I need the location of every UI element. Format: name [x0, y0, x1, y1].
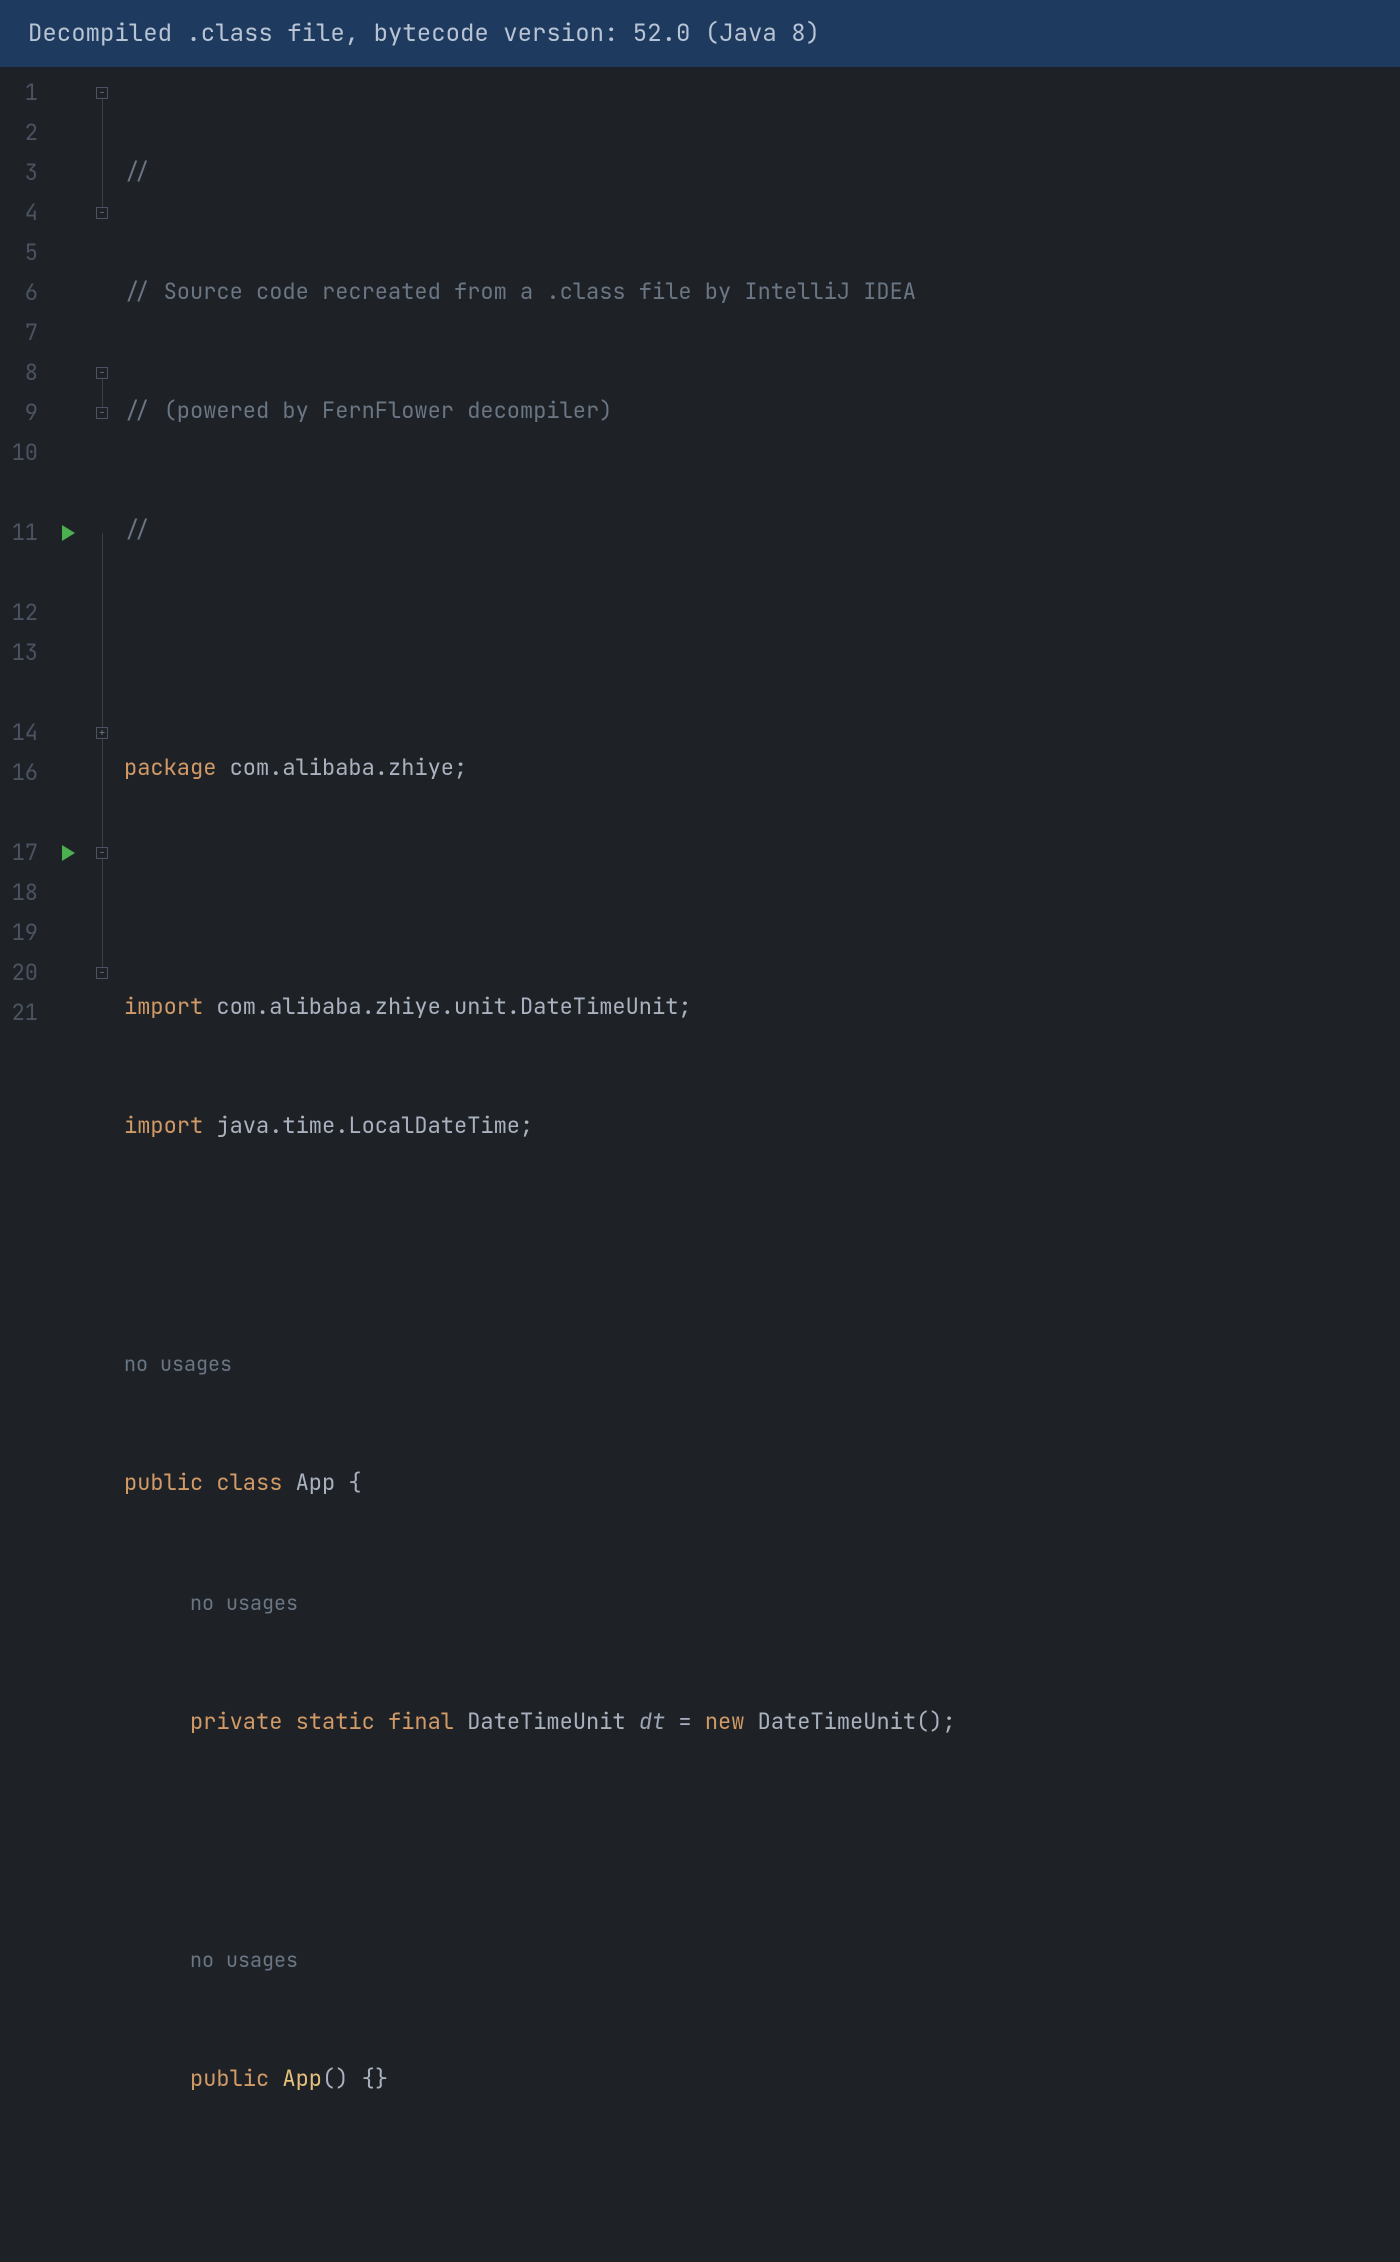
run-gutter-icon[interactable] — [48, 833, 88, 873]
fold-toggle-icon[interactable]: − — [96, 87, 108, 99]
import-name: java.time.LocalDateTime; — [203, 1111, 533, 1140]
line-number: 1 — [6, 73, 38, 113]
keyword: public class — [124, 1468, 282, 1497]
operator: = — [665, 1707, 705, 1736]
decompile-banner: Decompiled .class file, bytecode version… — [0, 0, 1400, 67]
line-number: 6 — [6, 273, 38, 313]
line-number: 9 — [6, 393, 38, 433]
comment-text: // — [124, 157, 150, 186]
comment-text: // (powered by FernFlower decompiler) — [124, 396, 612, 425]
fold-toggle-icon[interactable]: − — [96, 967, 108, 979]
line-number: 13 — [6, 633, 38, 673]
fold-toggle-icon[interactable]: − — [96, 207, 108, 219]
constructor-call: DateTimeUnit(); — [744, 1707, 955, 1736]
line-number: 20 — [6, 953, 38, 993]
line-number: 8 — [6, 353, 38, 393]
line-number: 3 — [6, 153, 38, 193]
comment-text: // Source code recreated from a .class f… — [124, 277, 916, 306]
code-area[interactable]: // // Source code recreated from a .clas… — [116, 67, 1400, 2262]
line-number: 2 — [6, 113, 38, 153]
fold-toggle-icon[interactable]: − — [96, 407, 108, 419]
package-name: com.alibaba.zhiye; — [216, 753, 467, 782]
line-number: 4 — [6, 193, 38, 233]
keyword: private static final — [190, 1707, 454, 1736]
fold-toggle-icon[interactable]: − — [96, 847, 108, 859]
fold-gutter: − − − − + − − — [88, 67, 116, 2262]
run-gutter-icon[interactable] — [48, 513, 88, 553]
keyword: public — [190, 2064, 269, 2093]
import-name: com.alibaba.zhiye.unit.DateTimeUnit; — [203, 992, 691, 1021]
fold-toggle-icon[interactable]: − — [96, 367, 108, 379]
type-name: DateTimeUnit — [454, 1707, 639, 1736]
keyword: import — [124, 992, 203, 1021]
line-number: 7 — [6, 313, 38, 353]
keyword: package — [124, 753, 216, 782]
constructor-name: App — [269, 2064, 322, 2093]
line-number: 10 — [6, 433, 38, 473]
brace: { — [348, 1468, 361, 1497]
line-number: 16 — [6, 753, 38, 793]
line-number: 14 — [6, 713, 38, 753]
line-number: 18 — [6, 873, 38, 913]
play-icon — [62, 845, 75, 861]
line-number-gutter: 1 2 3 4 5 6 7 8 9 10 11 12 13 14 16 17 1… — [0, 67, 48, 2262]
line-number: 19 — [6, 913, 38, 953]
fold-expand-icon[interactable]: + — [96, 727, 108, 739]
line-number: 12 — [6, 593, 38, 633]
code-editor[interactable]: 1 2 3 4 5 6 7 8 9 10 11 12 13 14 16 17 1… — [0, 67, 1400, 2262]
class-name: App — [282, 1468, 348, 1497]
keyword: import — [124, 1111, 203, 1140]
play-icon — [62, 525, 75, 541]
usage-hint[interactable]: no usages — [124, 1351, 232, 1377]
line-number: 11 — [6, 513, 38, 553]
comment-text: // — [124, 515, 150, 544]
line-number: 17 — [6, 833, 38, 873]
gutter-icons — [48, 67, 88, 2262]
params: () {} — [322, 2064, 388, 2093]
keyword: new — [705, 1707, 745, 1736]
usage-hint[interactable]: no usages — [190, 1947, 298, 1973]
field-name: dt — [639, 1707, 665, 1736]
line-number: 5 — [6, 233, 38, 273]
line-number: 21 — [6, 993, 38, 1033]
usage-hint[interactable]: no usages — [190, 1590, 298, 1616]
